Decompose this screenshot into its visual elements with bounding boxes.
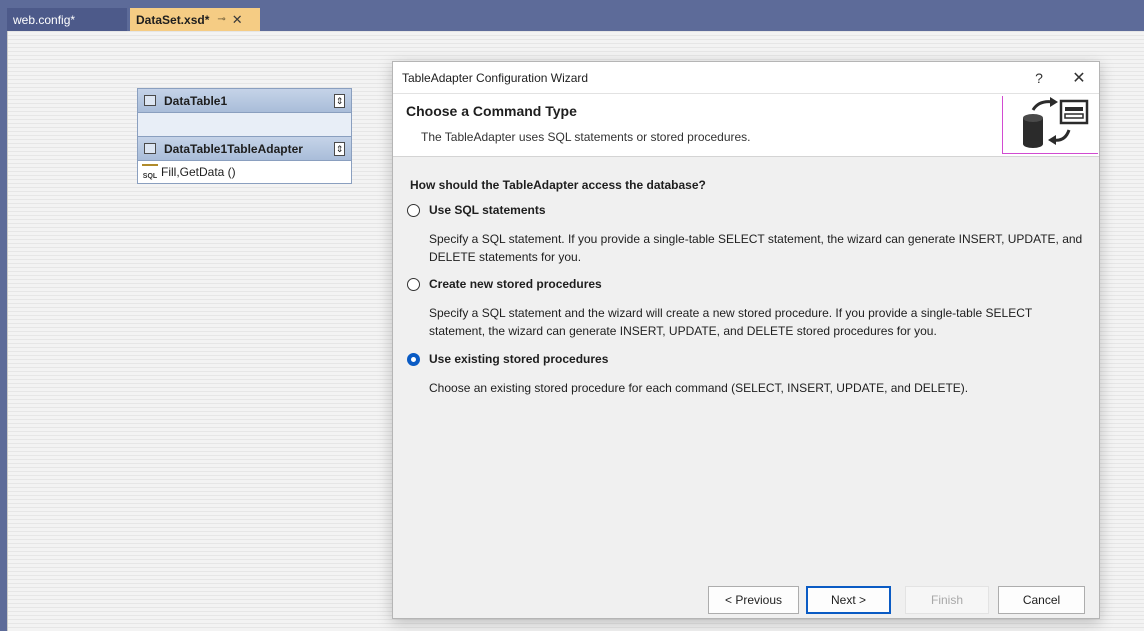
- tableadapter-wizard-dialog: TableAdapter Configuration Wizard ? ✕ Ch…: [392, 61, 1100, 619]
- tableadapter-query-row[interactable]: SQL Fill,GetData (): [138, 161, 351, 183]
- datatable-icon: [144, 95, 156, 106]
- query-methods: Fill,GetData (): [161, 165, 236, 179]
- tab-label: web.config*: [13, 12, 76, 27]
- close-tab-icon[interactable]: ✕: [232, 12, 243, 28]
- access-question: How should the TableAdapter access the d…: [410, 178, 706, 192]
- database-command-icon: [1002, 96, 1098, 154]
- wizard-banner: Choose a Command Type The TableAdapter u…: [393, 94, 1099, 157]
- option-description: Specify a SQL statement. If you provide …: [429, 232, 1083, 264]
- wizard-button-bar: < Previous Next > Finish Cancel: [393, 586, 1099, 618]
- option-use-sql-statements[interactable]: Use SQL statements: [407, 203, 546, 217]
- collapse-datatable-icon[interactable]: ⇕: [334, 93, 345, 108]
- wizard-body: How should the TableAdapter access the d…: [393, 157, 1099, 587]
- previous-button[interactable]: < Previous: [708, 586, 799, 614]
- collapse-tableadapter-icon[interactable]: ⇕: [334, 141, 345, 156]
- close-icon[interactable]: ✕: [1059, 68, 1099, 88]
- tab-web-config[interactable]: web.config*: [7, 8, 127, 31]
- option-label[interactable]: Use existing stored procedures: [429, 352, 608, 366]
- wizard-step-title: Choose a Command Type: [406, 103, 577, 119]
- tableadapter-icon: [144, 143, 156, 154]
- radio-use-existing-stored-procedures[interactable]: [407, 352, 420, 366]
- pin-icon[interactable]: ⊸: [217, 14, 225, 25]
- finish-button[interactable]: Finish: [905, 586, 989, 614]
- datatable-widget[interactable]: DataTable1 ⇕ DataTable1TableAdapter ⇕ SQ…: [137, 88, 352, 184]
- tableadapter-name: DataTable1TableAdapter: [164, 141, 303, 156]
- help-icon[interactable]: ?: [1019, 70, 1059, 86]
- datatable-header[interactable]: DataTable1 ⇕: [138, 89, 351, 113]
- option-use-existing-stored-procedures[interactable]: Use existing stored procedures: [407, 352, 608, 366]
- datatable-name: DataTable1: [164, 93, 228, 108]
- database-command-graphic: [1023, 97, 1089, 148]
- tab-label: DataSet.xsd*: [136, 12, 210, 27]
- option-label[interactable]: Create new stored procedures: [429, 277, 602, 291]
- dialog-title: TableAdapter Configuration Wizard: [402, 70, 589, 85]
- document-tab-strip: web.config* DataSet.xsd* ⊸ ✕: [0, 0, 1144, 31]
- wizard-step-subtitle: The TableAdapter uses SQL statements or …: [421, 130, 751, 144]
- cancel-button[interactable]: Cancel: [998, 586, 1085, 614]
- option-create-new-stored-procedures[interactable]: Create new stored procedures: [407, 277, 602, 291]
- option-label[interactable]: Use SQL statements: [429, 203, 546, 217]
- tab-dataset-xsd[interactable]: DataSet.xsd* ⊸ ✕: [130, 8, 260, 31]
- next-button[interactable]: Next >: [806, 586, 891, 614]
- sql-query-icon: SQL: [142, 164, 158, 180]
- dialog-titlebar[interactable]: TableAdapter Configuration Wizard ? ✕: [393, 62, 1099, 94]
- radio-use-sql-statements[interactable]: [407, 203, 420, 217]
- tableadapter-header[interactable]: DataTable1TableAdapter ⇕: [138, 137, 351, 161]
- left-frame: [0, 31, 7, 631]
- datatable-columns-area[interactable]: [138, 113, 351, 137]
- option-description: Specify a SQL statement and the wizard w…: [429, 306, 1032, 338]
- option-description: Choose an existing stored procedure for …: [429, 381, 969, 395]
- radio-create-new-stored-procedures[interactable]: [407, 277, 420, 291]
